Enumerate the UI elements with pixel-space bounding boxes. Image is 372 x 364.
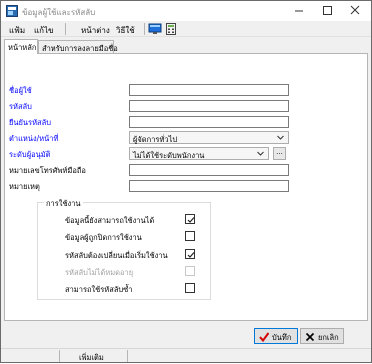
cancel-button[interactable]: ยกเลิก <box>300 328 344 344</box>
phone-label: หมายเลขโทรศัพท์มือถือ <box>9 166 86 175</box>
option-label: ข้อมูลผู้ถูกปิดการใช้งาน <box>65 233 142 242</box>
checkmark-icon <box>187 217 195 223</box>
save-button[interactable]: บันทึก <box>254 328 298 344</box>
chevron-down-icon <box>277 135 284 140</box>
minimize-button[interactable] <box>284 1 314 21</box>
close-button[interactable] <box>340 1 370 21</box>
maximize-button[interactable] <box>312 1 342 21</box>
status-separator <box>127 350 128 362</box>
option-label: ข้อมูลนี้ยังสามารถใช้งานได้ <box>65 216 155 225</box>
note-label: หมายเหตุ <box>9 182 40 191</box>
main-tab-panel: ชื่อผู้ใช้ รหัสลับ ยืนยันรหัสลับ ตำแหน่ง… <box>4 53 368 321</box>
menu-separator <box>144 23 145 35</box>
option-label: รหัสลับไม่ได้หมดอายุ <box>65 268 134 277</box>
position-label: ตำแหน่ง/หน้าที่ <box>9 134 59 143</box>
tab-signature[interactable]: สำหรับการลงลายมือชื่อ <box>38 40 118 53</box>
user-label: ชื่อผู้ใช้ <box>9 86 32 95</box>
user-password-window: ข้อมูลผู้ใช้และรหัสลับ แฟ้ม แก้ไข หน้าต่… <box>0 0 372 363</box>
title-bar[interactable]: ข้อมูลผู้ใช้และรหัสลับ <box>1 1 371 21</box>
menu-edit[interactable]: แก้ไข <box>34 24 54 37</box>
menu-bar: แฟ้ม แก้ไข หน้าต่าง วิธีใช้ <box>1 21 371 37</box>
menu-help[interactable]: วิธีใช้ <box>116 24 135 37</box>
confirm-password-input[interactable] <box>129 116 289 128</box>
calculator-icon[interactable] <box>164 22 178 36</box>
usage-group: การใช้งาน ข้อมูลนี้ยังสามารถใช้งานได้ ข้… <box>37 198 211 300</box>
password-never-expires-checkbox <box>185 266 195 276</box>
menu-file[interactable]: แฟ้ม <box>9 24 25 37</box>
tab-strip: หน้าหลัก สำหรับการลงลายมือชื่อ <box>1 39 371 54</box>
confirm-password-label: ยืนยันรหัสลับ <box>9 118 51 127</box>
option-label: สามารถใช้รหัสลับซ้ำ <box>65 285 133 294</box>
cancel-button-label: ยกเลิก <box>318 333 339 342</box>
password-input[interactable] <box>129 100 289 112</box>
position-value: ผู้จัดการทั่วไป <box>133 135 178 144</box>
position-select[interactable]: ผู้จัดการทั่วไป <box>129 131 289 144</box>
menu-window[interactable]: หน้าต่าง <box>81 24 110 37</box>
status-bar: เพิ่มเติม <box>1 348 371 362</box>
active-checkbox[interactable] <box>185 214 195 224</box>
chevron-down-icon <box>257 151 264 156</box>
user-input[interactable] <box>129 84 289 96</box>
note-input[interactable] <box>129 180 289 192</box>
security-level-label: ระดับผู้อนุมัติ <box>9 150 51 159</box>
status-mode: เพิ่มเติม <box>79 353 104 362</box>
app-icon <box>6 5 18 17</box>
close-icon <box>350 5 360 15</box>
monitor-icon[interactable] <box>148 22 162 36</box>
security-level-select[interactable]: ไม่ได้ใช้ระดับพนักงาน <box>129 147 269 160</box>
browse-button[interactable]: ... <box>273 147 286 160</box>
maximize-icon <box>323 6 332 15</box>
option-label: รหัสลับต้องเปลี่ยนเมื่อเริ่มใช้งาน <box>65 251 168 260</box>
password-label: รหัสลับ <box>9 102 32 111</box>
usage-group-title: การใช้งาน <box>44 198 83 210</box>
window-title: ข้อมูลผู้ใช้และรหัสลับ <box>22 8 96 17</box>
status-separator <box>59 350 60 362</box>
save-button-label: บันทึก <box>272 333 292 342</box>
disabled-user-checkbox[interactable] <box>185 231 195 241</box>
checkmark-icon <box>187 252 195 258</box>
tab-main[interactable]: หน้าหลัก <box>4 39 38 54</box>
security-level-value: ไม่ได้ใช้ระดับพนักงาน <box>133 151 205 160</box>
close-icon <box>305 332 315 342</box>
checkmark-icon <box>259 332 269 342</box>
menu-separator <box>65 23 66 35</box>
change-password-checkbox[interactable] <box>185 249 195 259</box>
phone-input[interactable] <box>129 164 289 176</box>
reuse-password-checkbox[interactable] <box>185 283 195 293</box>
minimize-icon <box>295 10 303 12</box>
